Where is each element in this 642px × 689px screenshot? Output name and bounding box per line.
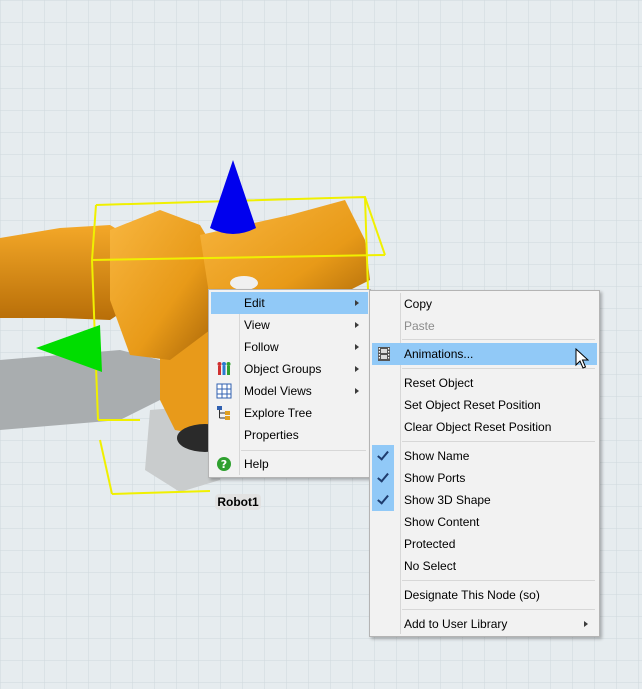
menu-item-animations[interactable]: Animations... — [372, 343, 597, 365]
menu-item-add-to-user-library[interactable]: Add to User Library — [372, 613, 597, 635]
menu-item-label: Animations... — [404, 347, 474, 361]
menu-item-view[interactable]: View — [211, 314, 368, 336]
menu-item-explore-tree[interactable]: Explore Tree — [211, 402, 368, 424]
menu-item-model-views[interactable]: Model Views — [211, 380, 368, 402]
menu-item-set-reset-position[interactable]: Set Object Reset Position — [372, 394, 597, 416]
checkmark-icon — [372, 445, 394, 467]
menu-item-object-groups[interactable]: Object Groups — [211, 358, 368, 380]
submenu-arrow-icon — [355, 322, 359, 328]
submenu-arrow-icon — [355, 366, 359, 372]
svg-text:?: ? — [221, 458, 227, 471]
menu-item-label: Add to User Library — [404, 617, 508, 631]
menu-item-label: View — [244, 318, 270, 332]
model-views-icon — [216, 383, 232, 399]
menu-item-label: Model Views — [244, 384, 312, 398]
menu-item-label: Designate This Node (so) — [404, 588, 540, 602]
menu-item-label: Reset Object — [404, 376, 474, 390]
menu-item-label: Paste — [404, 319, 435, 333]
menu-item-paste: Paste — [372, 315, 597, 337]
robot-shoulder — [110, 210, 215, 360]
menu-item-label: Show Content — [404, 515, 480, 529]
menu-item-show-ports[interactable]: Show Ports — [372, 467, 597, 489]
menu-item-label: Object Groups — [244, 362, 322, 376]
menu-item-label: Properties — [244, 428, 299, 442]
menu-item-reset-object[interactable]: Reset Object — [372, 372, 597, 394]
submenu-arrow-icon — [355, 344, 359, 350]
menu-item-label: Show Name — [404, 449, 470, 463]
menu-separator — [402, 441, 595, 442]
menu-item-label: Follow — [244, 340, 279, 354]
explore-tree-icon — [217, 406, 230, 420]
checkmark-icon — [372, 489, 394, 511]
menu-item-label: Copy — [404, 297, 433, 311]
context-menu: Edit View Follow Object Groups Model Vie… — [208, 289, 371, 478]
menu-item-protected[interactable]: Protected — [372, 533, 597, 555]
menu-separator — [402, 609, 595, 610]
menu-item-label: Show Ports — [404, 471, 466, 485]
menu-item-properties[interactable]: Properties — [211, 424, 368, 446]
menu-item-show-content[interactable]: Show Content — [372, 511, 597, 533]
menu-item-follow[interactable]: Follow — [211, 336, 368, 358]
menu-item-label: Help — [244, 457, 269, 471]
submenu-arrow-icon — [584, 621, 588, 627]
menu-item-label: Set Object Reset Position — [404, 398, 541, 412]
menu-item-copy[interactable]: Copy — [372, 293, 597, 315]
film-strip-icon — [378, 347, 390, 361]
submenu-arrow-icon — [355, 300, 359, 306]
submenu-arrow-icon — [355, 388, 359, 394]
menu-item-help[interactable]: ? Help — [211, 453, 368, 475]
menu-separator — [402, 368, 595, 369]
menu-item-label: Explore Tree — [244, 406, 313, 420]
object-name-label: Robot1 — [215, 494, 261, 510]
object-groups-icon — [217, 362, 231, 375]
menu-item-label: No Select — [404, 559, 457, 573]
menu-item-show-3d-shape[interactable]: Show 3D Shape — [372, 489, 597, 511]
menu-item-label: Protected — [404, 537, 456, 551]
menu-separator — [241, 450, 366, 451]
menu-item-edit[interactable]: Edit — [211, 292, 368, 314]
robot-joint — [230, 276, 258, 290]
menu-item-no-select[interactable]: No Select — [372, 555, 597, 577]
mouse-cursor-icon — [575, 348, 589, 369]
help-icon: ? — [217, 457, 231, 471]
menu-item-clear-reset-position[interactable]: Clear Object Reset Position — [372, 416, 597, 438]
menu-item-label: Edit — [244, 296, 265, 310]
edit-submenu: Copy Paste Animations... Reset Object Se… — [369, 290, 600, 637]
menu-item-label: Clear Object Reset Position — [404, 420, 552, 434]
checkmark-icon — [372, 467, 394, 489]
menu-item-show-name[interactable]: Show Name — [372, 445, 597, 467]
menu-item-designate-node[interactable]: Designate This Node (so) — [372, 584, 597, 606]
menu-separator — [402, 580, 595, 581]
menu-separator — [402, 339, 595, 340]
menu-item-label: Show 3D Shape — [404, 493, 491, 507]
